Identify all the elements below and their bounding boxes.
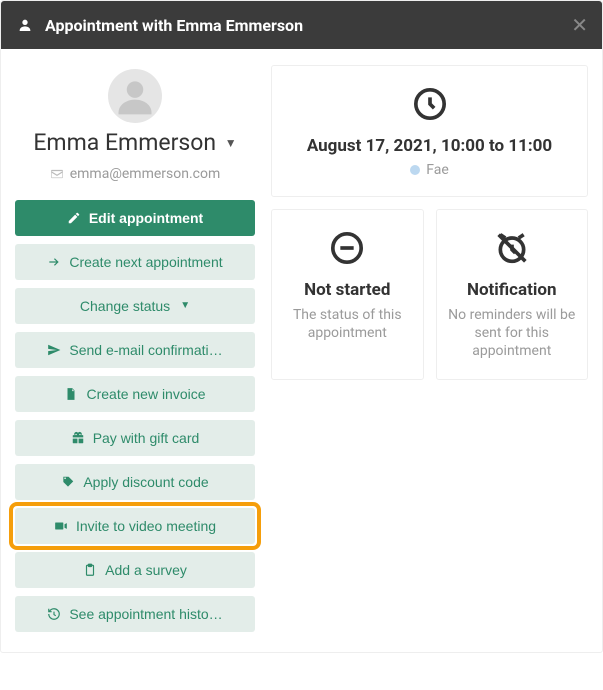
- pencil-icon: [67, 211, 81, 225]
- button-label: See appointment histo…: [69, 606, 222, 622]
- chevron-down-icon: ▼: [225, 136, 237, 150]
- left-column: Emma Emmerson ▼ emma@emmerson.com Edit a…: [15, 65, 255, 632]
- tag-icon: [61, 475, 75, 489]
- edit-appointment-button[interactable]: Edit appointment: [15, 200, 255, 236]
- button-label: Edit appointment: [89, 210, 203, 226]
- arrow-right-icon: [47, 255, 61, 269]
- file-icon: [64, 387, 78, 401]
- action-list: Edit appointment Create next appointment…: [15, 200, 255, 632]
- video-icon: [54, 519, 68, 533]
- status-row: Not started The status of this appointme…: [271, 209, 588, 380]
- email-row: emma@emmerson.com: [15, 166, 255, 182]
- button-label: Add a survey: [105, 562, 187, 578]
- modal-body: Emma Emmerson ▼ emma@emmerson.com Edit a…: [1, 49, 602, 652]
- notification-subtitle: No reminders will be sent for this appoi…: [447, 306, 578, 361]
- apply-discount-button[interactable]: Apply discount code: [15, 464, 255, 500]
- tag-color-dot: [410, 165, 420, 175]
- person-name: Emma Emmerson: [33, 129, 216, 156]
- status-title: Not started: [282, 280, 413, 300]
- button-label: Send e-mail confirmati…: [69, 342, 222, 358]
- mail-icon: [50, 167, 64, 181]
- email-text: emma@emmerson.com: [70, 166, 221, 182]
- status-subtitle: The status of this appointment: [282, 306, 413, 342]
- button-label: Invite to video meeting: [76, 518, 216, 534]
- alarm-off-icon: [447, 226, 578, 270]
- create-invoice-button[interactable]: Create new invoice: [15, 376, 255, 412]
- notification-title: Notification: [447, 280, 578, 300]
- modal-title: Appointment with Emma Emmerson: [45, 16, 303, 35]
- button-label: Change status: [80, 298, 170, 314]
- button-label: Create new invoice: [86, 386, 205, 402]
- appointment-modal: Appointment with Emma Emmerson ✕ Emma Em…: [0, 0, 603, 653]
- clock-icon: [282, 82, 577, 126]
- clipboard-icon: [83, 563, 97, 577]
- avatar: [108, 69, 162, 123]
- tag-row: Fae: [282, 162, 577, 178]
- close-icon[interactable]: ✕: [571, 15, 588, 35]
- person-icon: [17, 17, 33, 33]
- button-label: Create next appointment: [69, 254, 222, 270]
- datetime-text: August 17, 2021, 10:00 to 11:00: [282, 136, 577, 156]
- change-status-button[interactable]: Change status ▼: [15, 288, 255, 324]
- datetime-card: August 17, 2021, 10:00 to 11:00 Fae: [271, 65, 588, 197]
- chevron-down-icon: ▼: [180, 300, 190, 311]
- history-icon: [47, 607, 61, 621]
- button-label: Pay with gift card: [93, 430, 200, 446]
- add-survey-button[interactable]: Add a survey: [15, 552, 255, 588]
- modal-header: Appointment with Emma Emmerson ✕: [1, 1, 602, 49]
- notification-card: Notification No reminders will be sent f…: [436, 209, 589, 380]
- create-next-appointment-button[interactable]: Create next appointment: [15, 244, 255, 280]
- right-column: August 17, 2021, 10:00 to 11:00 Fae Not …: [271, 65, 588, 632]
- button-label: Apply discount code: [83, 474, 208, 490]
- appointment-history-button[interactable]: See appointment histo…: [15, 596, 255, 632]
- status-card: Not started The status of this appointme…: [271, 209, 424, 380]
- highlight-box: Invite to video meeting: [15, 508, 255, 544]
- send-email-confirmation-button[interactable]: Send e-mail confirmati…: [15, 332, 255, 368]
- person-name-dropdown[interactable]: Emma Emmerson ▼: [33, 129, 236, 158]
- invite-video-meeting-button[interactable]: Invite to video meeting: [15, 508, 255, 544]
- send-icon: [47, 343, 61, 357]
- tag-label: Fae: [426, 162, 449, 178]
- not-started-icon: [282, 226, 413, 270]
- gift-icon: [71, 431, 85, 445]
- pay-gift-card-button[interactable]: Pay with gift card: [15, 420, 255, 456]
